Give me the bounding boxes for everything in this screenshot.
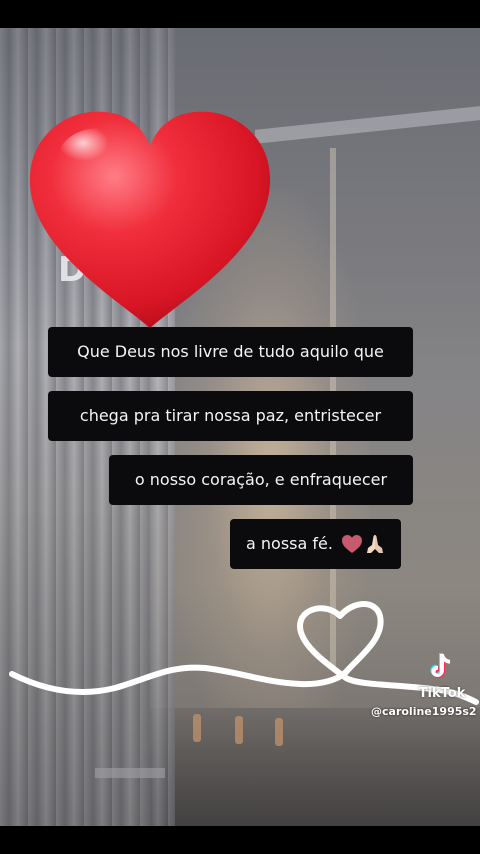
background-sill bbox=[95, 768, 165, 778]
caption-text: a nossa fé. bbox=[246, 534, 333, 553]
white-heart-scribble-icon bbox=[9, 601, 479, 705]
background-candle bbox=[235, 716, 243, 744]
tiktok-note-logo-icon bbox=[430, 653, 450, 678]
caption-text: chega pra tirar nossa paz, entristecer bbox=[79, 406, 382, 425]
background-candle bbox=[275, 718, 283, 746]
tiktok-watermark: TikTok bbox=[414, 651, 470, 701]
caption-line-2: chega pra tirar nossa paz, entristecer bbox=[48, 391, 413, 441]
caption-text: Que Deus nos livre de tudo aquilo que bbox=[77, 342, 384, 361]
caption-emojis bbox=[341, 533, 385, 555]
heart-emoji-icon bbox=[341, 535, 362, 553]
creator-handle: @caroline1995s2 bbox=[371, 705, 477, 718]
caption-line-1: Que Deus nos livre de tudo aquilo que bbox=[48, 327, 413, 377]
tiktok-brand-label: TikTok bbox=[418, 686, 466, 701]
screen: D ! Que Deus nos livre de tudo aquilo qu… bbox=[0, 0, 480, 854]
caption-line-4: a nossa fé. bbox=[230, 519, 401, 569]
caption-line-3: o nosso coração, e enfraquecer bbox=[109, 455, 413, 505]
caption-text: o nosso coração, e enfraquecer bbox=[134, 470, 388, 489]
red-heart-emoji-icon bbox=[29, 111, 271, 328]
praying-hands-emoji-icon bbox=[366, 535, 383, 553]
